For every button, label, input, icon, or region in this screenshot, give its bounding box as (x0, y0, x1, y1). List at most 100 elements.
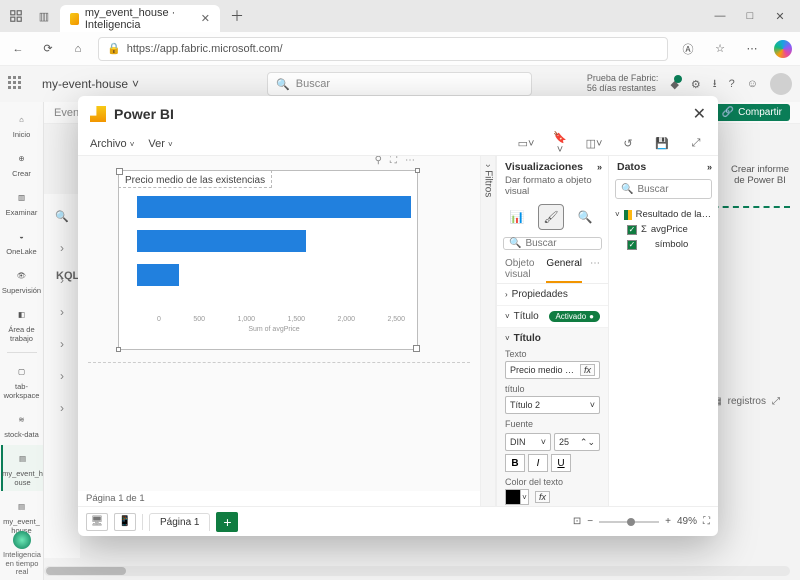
field-row[interactable]: ✓ símbolo (615, 237, 712, 252)
zoom-out-icon[interactable]: − (587, 516, 593, 527)
collections-icon[interactable]: ▥ (32, 4, 56, 28)
zoom-in-icon[interactable]: + (665, 516, 671, 527)
download-icon[interactable]: ⭳ (713, 75, 717, 94)
horizontal-scrollbar[interactable] (44, 566, 790, 576)
analytics-icon[interactable]: 🔍 (573, 205, 597, 229)
url-input[interactable]: 🔒 https://app.fabric.microsoft.com/ (98, 37, 668, 61)
copilot-icon[interactable] (774, 40, 792, 58)
focus-icon[interactable]: ⛶ (390, 156, 397, 166)
build-visual-icon[interactable]: 📊 (505, 205, 529, 229)
close-icon[interactable]: ✕ (693, 104, 706, 124)
global-search-input[interactable]: 🔍 Buscar (267, 72, 532, 96)
title-toggle[interactable]: Activado ● (549, 311, 600, 322)
chevron-right-icon[interactable]: › (60, 369, 64, 383)
zoom-slider[interactable] (599, 521, 659, 523)
fullscreen-icon[interactable]: ⛶ (703, 516, 710, 527)
chevron-right-icon[interactable]: › (60, 305, 64, 319)
view-icon[interactable]: ◫˅ (584, 137, 604, 150)
new-tab-button[interactable]: ＋ (224, 6, 250, 26)
expand-icon[interactable]: ⤢ (686, 137, 706, 150)
filter-icon[interactable]: ⚲ (375, 156, 382, 166)
tab-object-visual[interactable]: Objeto visual (505, 258, 538, 283)
fit-page-icon[interactable]: ⊡ (573, 516, 581, 527)
more-icon[interactable]: ⋯ (405, 156, 415, 166)
fx-button[interactable]: fx (580, 364, 595, 376)
browser-tab[interactable]: my_event_house · Inteligencia ✕ (60, 5, 220, 32)
search-icon[interactable]: 🔍 (55, 210, 69, 223)
menu-file[interactable]: Archivo ˅ (90, 138, 134, 150)
menu-view[interactable]: Ver ˅ (148, 138, 172, 150)
collapse-pane-icon[interactable]: » (597, 162, 602, 172)
title-text-input[interactable]: Precio medio de l...fx (505, 361, 600, 379)
checkbox-checked-icon[interactable]: ✓ (627, 225, 637, 235)
expand-icon[interactable]: ⤢ (772, 396, 780, 407)
window-minimize-icon[interactable]: ― (714, 10, 726, 22)
nav-home[interactable]: ⌂Inicio (1, 106, 43, 143)
chevron-right-icon[interactable]: › (60, 401, 64, 415)
nav-stock-data[interactable]: ≋stock-data (1, 406, 43, 443)
format-search-field[interactable] (525, 238, 596, 249)
font-family-select[interactable]: DIN˅ (505, 433, 551, 451)
settings-icon[interactable]: ⚙ (691, 78, 701, 91)
bookmark-icon[interactable]: 🔖˅ (550, 131, 570, 156)
url-text: https://app.fabric.microsoft.com/ (127, 43, 283, 55)
nav-create[interactable]: ⊕Crear (1, 145, 43, 182)
workspace-picker[interactable]: my-event-house ˅ (34, 74, 147, 94)
nav-home-icon[interactable]: ⌂ (68, 43, 88, 55)
underline-button[interactable]: U (551, 454, 571, 472)
notifications-icon[interactable]: ◆ (670, 78, 678, 91)
format-visual-icon[interactable]: 🖌 (539, 205, 563, 229)
share-button[interactable]: 🔗 Compartir (714, 104, 790, 121)
fx-button[interactable]: fx (535, 491, 550, 503)
nav-browse[interactable]: ▥Examinar (1, 184, 43, 221)
nav-onelake[interactable]: ◒OneLake (1, 223, 43, 260)
feedback-icon[interactable]: ☺ (747, 78, 758, 90)
tabs-more-icon[interactable]: ⋯ (590, 258, 600, 283)
text-color-swatch[interactable]: ˅ (505, 489, 529, 505)
create-report-link[interactable]: Crear informe de Power BI (724, 164, 796, 187)
data-search-input[interactable]: 🔍 (615, 179, 712, 199)
data-search-field[interactable] (637, 184, 706, 195)
browser-menu-icon[interactable]: ⋯ (742, 42, 762, 55)
mobile-layout-icon[interactable]: 📱 (114, 513, 136, 531)
table-row[interactable]: ˅ Resultado de la cons... (615, 207, 712, 222)
report-canvas[interactable]: ⚲ ⛶ ⋯ Precio medio de las existencias 05… (78, 156, 480, 491)
selected-visual[interactable]: ⚲ ⛶ ⋯ Precio medio de las existencias 05… (118, 170, 418, 350)
window-close-icon[interactable]: ✕ (774, 10, 786, 22)
field-row[interactable]: ✓ Σ avgPrice (615, 222, 712, 237)
close-tab-icon[interactable]: ✕ (201, 12, 210, 25)
add-page-button[interactable]: + (216, 512, 238, 532)
mobile-layout-icon[interactable]: ▭˅ (516, 137, 536, 150)
chevron-right-icon[interactable]: › (60, 337, 64, 351)
format-search-input[interactable]: 🔍 (503, 237, 602, 250)
reset-icon[interactable]: ↺ (618, 137, 638, 150)
filters-pane-collapsed[interactable]: › Filtros (480, 156, 496, 506)
page-tab-1[interactable]: Página 1 (149, 513, 210, 531)
desktop-layout-icon[interactable]: 🖥 (86, 513, 108, 531)
window-maximize-icon[interactable]: □ (744, 10, 756, 22)
nav-tab-workspace[interactable]: ▢tab-workspace (1, 358, 43, 404)
nav-realtime-intelligence[interactable]: Inteligencia en tiempo real (0, 531, 44, 576)
chevron-right-icon[interactable]: › (60, 241, 64, 255)
help-icon[interactable]: ? (729, 78, 735, 90)
section-title[interactable]: ˅Título Activado ● (497, 306, 608, 328)
save-icon[interactable]: 💾 (652, 137, 672, 150)
nav-my-event-house[interactable]: ▤my_event_h ouse (1, 445, 43, 491)
heading-select[interactable]: Título 2˅ (505, 396, 600, 414)
tab-general[interactable]: General (546, 258, 582, 283)
section-properties[interactable]: ›Propiedades (497, 284, 608, 306)
bold-button[interactable]: B (505, 454, 525, 472)
app-launcher-icon[interactable] (8, 76, 24, 92)
italic-button[interactable]: I (528, 454, 548, 472)
collapse-pane-icon[interactable]: » (707, 162, 712, 172)
reader-icon[interactable]: Ⓐ (678, 41, 698, 57)
workspaces-icon[interactable] (4, 4, 28, 28)
favorite-icon[interactable]: ☆ (710, 42, 730, 55)
font-size-input[interactable]: 25⌃⌄ (554, 433, 600, 451)
nav-refresh-icon[interactable]: ⟳ (38, 42, 58, 55)
nav-monitor[interactable]: 👁Supervisión (1, 262, 43, 299)
user-avatar[interactable] (770, 73, 792, 95)
checkbox-checked-icon[interactable]: ✓ (627, 240, 637, 250)
nav-workarea[interactable]: ◧Área de trabajo (1, 301, 43, 347)
nav-back-icon[interactable]: ← (8, 43, 28, 55)
